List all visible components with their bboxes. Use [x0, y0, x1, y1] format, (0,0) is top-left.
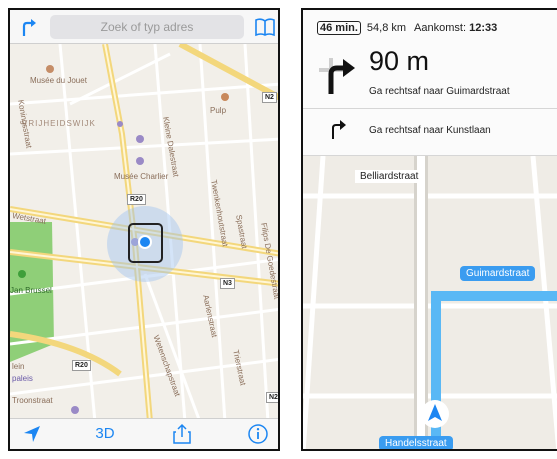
museum-charlier-poi-icon[interactable] [136, 157, 144, 165]
park-poi-icon [18, 270, 26, 278]
pulp-poi-icon[interactable] [221, 93, 229, 101]
directions-icon[interactable] [18, 16, 40, 38]
eta-minutes: 46 min. [317, 21, 361, 35]
metro-icon[interactable] [136, 135, 144, 143]
label-jan-brussel: Jan Brussel [10, 286, 52, 295]
locate-arrow-icon[interactable] [20, 423, 44, 445]
label-pulp: Pulp [210, 106, 227, 115]
bookmarks-icon[interactable] [254, 16, 276, 38]
label-vrijheidswijk: VRIJHEIDSWIJK [22, 119, 96, 128]
street-label-handelsstraat: Handelsstraat [379, 436, 453, 449]
maneuver-distance: 90 m [369, 46, 430, 76]
label-paleis: paleis [12, 374, 33, 383]
label-lein: lein [12, 362, 25, 371]
road-sign-n2: N2 [262, 92, 277, 103]
maneuver-instruction: Ga rechtsaf naar Guimardstraat [369, 86, 510, 97]
search-bar: Zoek of typ adres [10, 10, 278, 44]
arrival-time: 12:33 [469, 22, 498, 34]
street-label-guimardstraat: Guimardstraat [460, 266, 536, 281]
eta-distance: 54,8 km [366, 22, 407, 34]
metro-icon-3[interactable] [71, 406, 79, 414]
bottom-toolbar: 3D [10, 418, 278, 449]
road-sign-r20: R20 [127, 194, 146, 205]
next-instruction: Ga rechtsaf naar Kunstlaan [369, 125, 491, 136]
road-sign-r20-bottom: R20 [72, 360, 91, 371]
info-icon[interactable] [246, 423, 270, 445]
turn-right-arrow-icon [319, 58, 355, 94]
road-sign-n3: N3 [220, 278, 235, 289]
map-view[interactable]: Musée du Jouet VRIJHEIDSWIJK Pulp Musée … [10, 44, 278, 422]
metro-icon-4[interactable] [117, 121, 123, 127]
current-location-dot[interactable] [140, 237, 150, 247]
maps-screen: Zoek of typ adres Musée du Jouet VRIJHEI… [8, 8, 280, 451]
street-label-belliardstraat: Belliardstraat [355, 170, 424, 183]
divider [303, 108, 557, 109]
navigation-map[interactable]: Belliardstraat Guimardstraat Handelsstra… [303, 156, 557, 449]
eta-row: 46 min. 54,8 km Aankomst: 12:33 [317, 21, 498, 35]
search-input[interactable]: Zoek of typ adres [50, 15, 244, 39]
road-sign-n2-bottom: N2 [266, 392, 278, 403]
arrival-label: Aankomst: [414, 22, 467, 34]
label-musee-jouet: Musée du Jouet [30, 76, 87, 85]
label-musee-charlier: Musée Charlier [114, 172, 169, 181]
label-troonstraat: Troonstraat [12, 396, 53, 405]
nav-map-roads [303, 156, 557, 449]
share-icon[interactable] [170, 423, 194, 445]
next-turn-right-icon [332, 120, 346, 139]
museum-poi-icon[interactable] [46, 65, 54, 73]
3d-button[interactable]: 3D [90, 423, 120, 445]
turn-by-turn-banner[interactable]: 46 min. 54,8 km Aankomst: 12:33 90 m Ga re… [303, 10, 557, 156]
navigation-screen: 46 min. 54,8 km Aankomst: 12:33 90 m Ga re… [301, 8, 557, 451]
